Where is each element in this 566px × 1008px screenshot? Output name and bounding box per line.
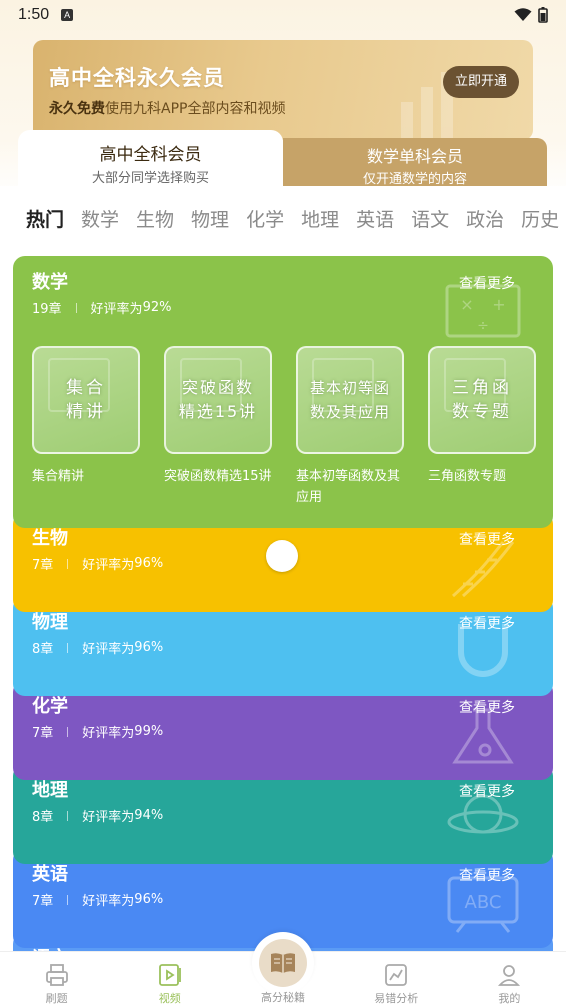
tab-title: 高中全科会员 bbox=[99, 145, 202, 165]
subject-tab-chemistry[interactable]: 化学 bbox=[246, 205, 284, 232]
banner-subtitle: 永久免费使用九科APP全部内容和视频 bbox=[49, 101, 286, 117]
subject-tab-math[interactable]: 数学 bbox=[81, 205, 119, 232]
subject-tab-politics[interactable]: 政治 bbox=[466, 205, 504, 232]
rating-prefix: 好评率为 bbox=[82, 558, 135, 573]
activate-button[interactable]: 立即开通 bbox=[443, 66, 519, 98]
svg-text:+: + bbox=[492, 295, 505, 314]
svg-text:÷: ÷ bbox=[477, 318, 489, 334]
subject-tab-history[interactable]: 历史 bbox=[521, 205, 559, 232]
nav-practice[interactable]: 刷题 bbox=[0, 952, 113, 1008]
banner-title: 高中全科永久会员 bbox=[49, 66, 225, 90]
rating-prefix: 好评率为 bbox=[82, 642, 135, 657]
chapter-count: 7章 bbox=[32, 894, 54, 909]
video-icon bbox=[158, 964, 181, 986]
course-title: 三角函数专题 bbox=[428, 469, 507, 484]
subject-tab-chinese[interactable]: 语文 bbox=[411, 205, 449, 232]
course-thumbnail: 突破函数 精选15讲 bbox=[164, 346, 272, 454]
course-item[interactable]: 集合 精讲 集合精讲 bbox=[32, 346, 140, 508]
course-item[interactable]: 突破函数 精选15讲 突破函数精选15讲 bbox=[164, 346, 272, 508]
tab-subtitle: 大部分同学选择购买 bbox=[91, 171, 209, 186]
subject-tab-bar: 热门 数学 生物 物理 化学 地理 英语 语文 政治 历史 bbox=[0, 186, 566, 250]
user-icon bbox=[498, 965, 521, 986]
chapter-count: 19章 bbox=[32, 302, 62, 317]
nav-video[interactable]: 视频 bbox=[113, 952, 226, 1008]
rating-value: 99% bbox=[134, 724, 164, 739]
rating-value: 92% bbox=[142, 300, 172, 315]
subject-tab-physics[interactable]: 物理 bbox=[191, 205, 229, 232]
nav-label: 易错分析 bbox=[374, 992, 419, 1005]
chapter-count: 7章 bbox=[32, 558, 54, 573]
see-more-link[interactable]: 查看更多 bbox=[459, 529, 515, 549]
course-title: 突破函数精选15讲 bbox=[164, 469, 272, 484]
wifi-icon bbox=[514, 8, 532, 21]
card-meta: 7章 好评率为 96% bbox=[32, 890, 163, 909]
chart-icon bbox=[385, 964, 408, 986]
course-title: 集合精讲 bbox=[32, 469, 85, 484]
card-meta: 7章 好评率为 99% bbox=[32, 722, 163, 741]
printer-icon bbox=[45, 964, 68, 986]
course-title: 基本初等函数及其应用 bbox=[296, 469, 401, 505]
nav-label: 我的 bbox=[498, 992, 521, 1005]
course-list: 集合 精讲 集合精讲 突破函数 精选15讲 突破函数精选15讲 基本初等函 数及… bbox=[32, 346, 536, 508]
svg-text:×: × bbox=[460, 295, 473, 314]
rating-prefix: 好评率为 bbox=[82, 810, 135, 825]
svg-text:ABC: ABC bbox=[465, 892, 502, 913]
nav-secrets[interactable] bbox=[259, 939, 307, 987]
nav-label: 刷题 bbox=[45, 992, 68, 1005]
tab-title: 数学单科会员 bbox=[366, 147, 463, 166]
subject-card-math[interactable]: × + ÷ 数学 19章 好评率为 92% 查看更多 集合 精讲 集合精讲 突破函数 精… bbox=[13, 256, 553, 528]
card-meta: 7章 好评率为 96% bbox=[32, 554, 163, 573]
rating-prefix: 好评率为 bbox=[82, 894, 135, 909]
chapter-count: 8章 bbox=[32, 642, 54, 657]
rating-prefix: 好评率为 bbox=[90, 302, 143, 317]
card-meta: 8章 好评率为 94% bbox=[32, 806, 163, 825]
card-meta: 8章 好评率为 96% bbox=[32, 638, 163, 657]
card-meta: 19章 好评率为 92% bbox=[32, 298, 171, 317]
rating-value: 96% bbox=[134, 640, 164, 655]
battery-icon bbox=[538, 7, 548, 23]
notification-icon: A bbox=[61, 9, 74, 21]
see-more-link[interactable]: 查看更多 bbox=[459, 613, 515, 633]
rating-value: 96% bbox=[134, 892, 164, 907]
rating-value: 94% bbox=[134, 808, 164, 823]
book-icon bbox=[271, 953, 295, 973]
nav-profile[interactable]: 我的 bbox=[453, 952, 566, 1008]
chapter-count: 7章 bbox=[32, 726, 54, 741]
subject-tab-geography[interactable]: 地理 bbox=[301, 205, 339, 232]
see-more-link[interactable]: 查看更多 bbox=[459, 697, 515, 717]
rating-value: 96% bbox=[134, 556, 164, 571]
nav-label: 高分秘籍 bbox=[261, 991, 305, 1004]
status-bar: 1:50 A bbox=[0, 0, 566, 30]
floating-assistive-dot[interactable] bbox=[266, 540, 298, 572]
course-thumbnail: 三角函 数专题 bbox=[428, 346, 536, 454]
course-thumbnail: 集合 精讲 bbox=[32, 346, 140, 454]
subject-tab-hot[interactable]: 热门 bbox=[26, 205, 65, 234]
vip-banner[interactable]: 高中全科永久会员 永久免费使用九科APP全部内容和视频 立即开通 bbox=[33, 40, 533, 140]
chapter-count: 8章 bbox=[32, 810, 54, 825]
tab-all-subjects-membership[interactable]: 高中全科会员 大部分同学选择购买 bbox=[18, 130, 283, 186]
nav-label: 视频 bbox=[158, 992, 181, 1005]
rating-prefix: 好评率为 bbox=[82, 726, 135, 741]
see-more-link[interactable]: 查看更多 bbox=[459, 273, 515, 293]
course-thumbnail: 基本初等函 数及其应用 bbox=[296, 346, 404, 454]
status-time: 1:50 bbox=[18, 6, 50, 23]
see-more-link[interactable]: 查看更多 bbox=[459, 781, 515, 801]
tab-math-membership[interactable]: 数学单科会员 仅开通数学的内容 bbox=[283, 138, 547, 187]
see-more-link[interactable]: 查看更多 bbox=[459, 865, 515, 885]
subject-tab-biology[interactable]: 生物 bbox=[136, 205, 174, 232]
card-subject-name: 数学 bbox=[32, 272, 68, 293]
nav-error-analysis[interactable]: 易错分析 bbox=[340, 952, 453, 1008]
course-item[interactable]: 三角函 数专题 三角函数专题 bbox=[428, 346, 536, 508]
tab-subtitle: 仅开通数学的内容 bbox=[362, 172, 467, 187]
course-item[interactable]: 基本初等函 数及其应用 基本初等函数及其应用 bbox=[296, 346, 404, 508]
subject-tab-english[interactable]: 英语 bbox=[356, 205, 394, 232]
